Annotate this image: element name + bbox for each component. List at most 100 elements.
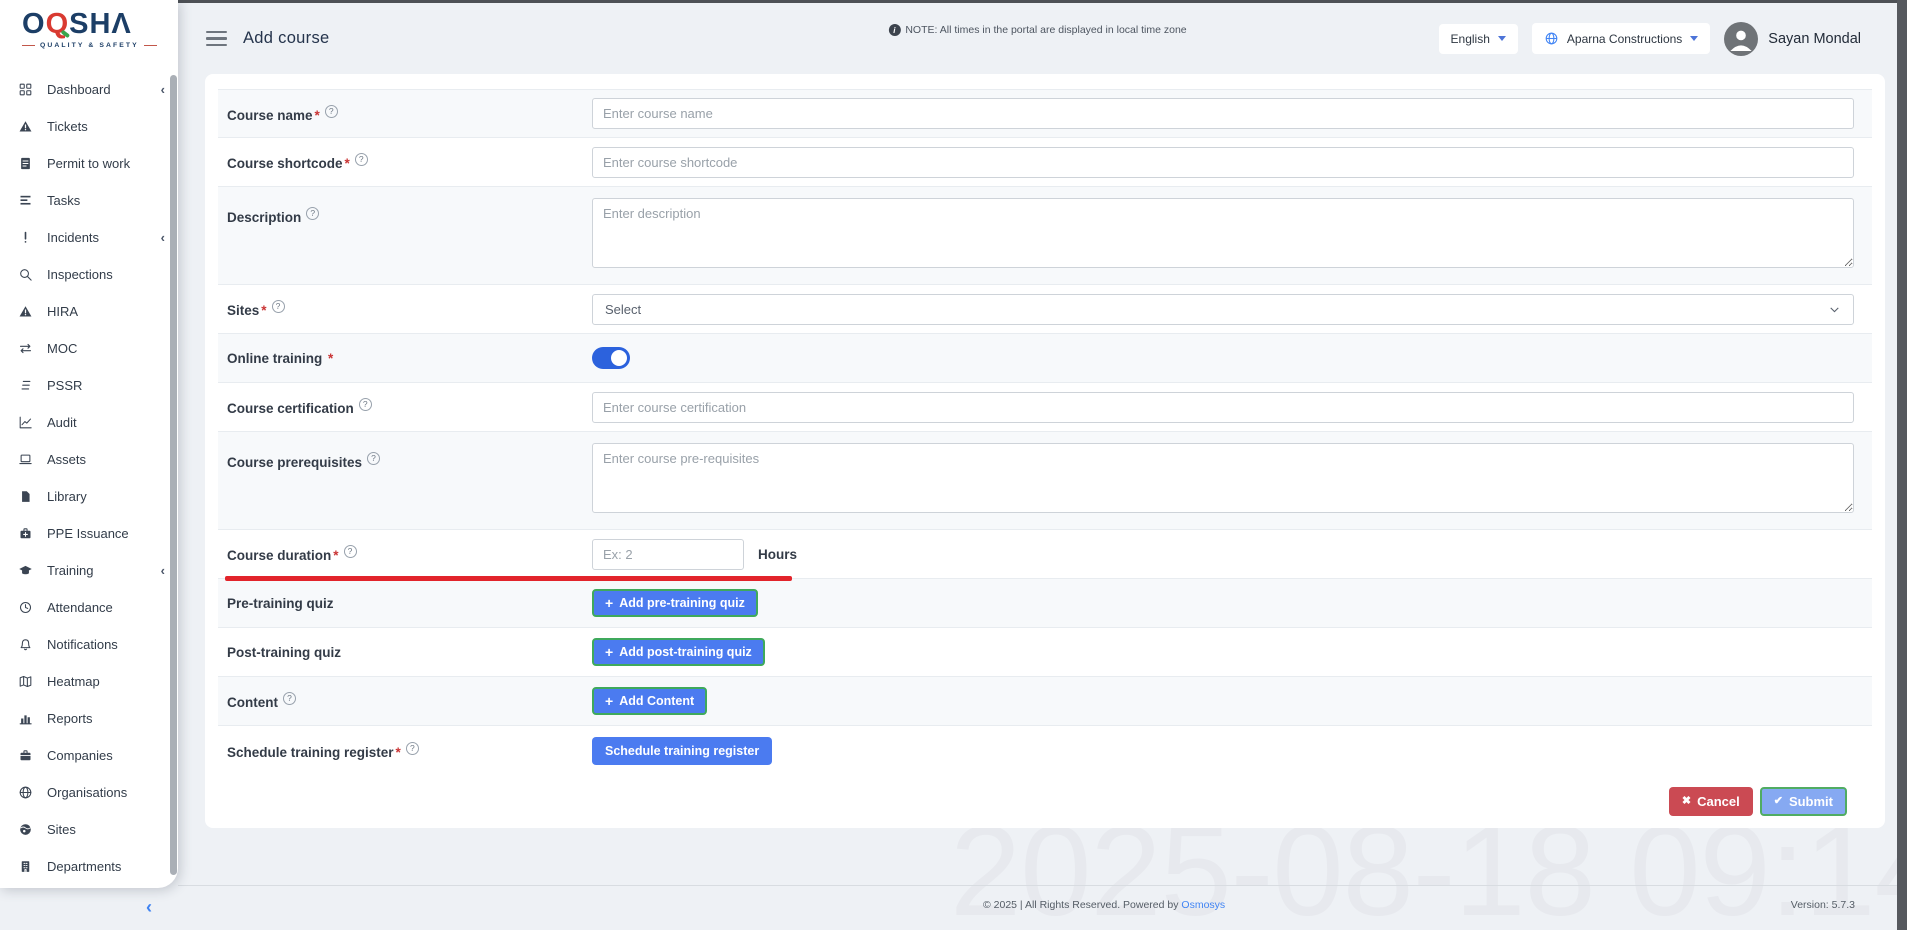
- add-pre-training-quiz-button[interactable]: +Add pre-training quiz: [592, 589, 758, 617]
- course-shortcode-input[interactable]: [592, 147, 1854, 178]
- timezone-note-text: NOTE: All times in the portal are displa…: [905, 24, 1186, 36]
- plus-icon: +: [605, 596, 613, 610]
- sidebar-item-assets[interactable]: Assets: [0, 441, 169, 478]
- sidebar-collapse-button[interactable]: ‹: [146, 898, 152, 916]
- sidebar-item-label: PPE Issuance: [47, 526, 129, 541]
- globe-marker-icon: [17, 822, 34, 837]
- language-dropdown[interactable]: English: [1439, 24, 1518, 54]
- sidebar-item-label: Organisations: [47, 785, 127, 800]
- field-label: Description?: [218, 198, 592, 225]
- briefcase-icon: [17, 748, 34, 763]
- sidebar-item-companies[interactable]: Companies: [0, 737, 169, 774]
- sidebar-item-moc[interactable]: MOC: [0, 330, 169, 367]
- sidebar-item-pssr[interactable]: PSSR: [0, 367, 169, 404]
- schedule-training-register-button[interactable]: Schedule training register: [592, 737, 772, 765]
- required-asterisk: *: [345, 156, 350, 171]
- warning-icon: [17, 304, 34, 319]
- help-icon[interactable]: ?: [283, 692, 296, 705]
- help-icon[interactable]: ?: [325, 105, 338, 118]
- course-certification-input[interactable]: [592, 392, 1854, 423]
- course-duration-input[interactable]: [592, 539, 744, 570]
- help-icon[interactable]: ?: [359, 398, 372, 411]
- avatar: [1724, 22, 1758, 56]
- add-content-button[interactable]: +Add Content: [592, 687, 707, 715]
- cancel-button[interactable]: ✖Cancel: [1669, 787, 1753, 816]
- bell-icon: [17, 637, 34, 652]
- sidebar-item-departments[interactable]: Departments: [0, 848, 169, 885]
- required-asterisk: *: [261, 303, 266, 318]
- sidebar-item-sites[interactable]: Sites: [0, 811, 169, 848]
- field-label: Pre-training quiz: [218, 596, 592, 611]
- organisation-dropdown[interactable]: Aparna Constructions: [1532, 23, 1710, 54]
- line-chart-icon: [17, 415, 34, 430]
- form-row-post-training-quiz: Post-training quiz +Add post-training qu…: [218, 628, 1872, 677]
- help-icon[interactable]: ?: [306, 207, 319, 220]
- menu-hamburger-icon[interactable]: [206, 31, 227, 46]
- form-row-course-name: Course name*?: [218, 89, 1872, 138]
- search-icon: [17, 267, 34, 282]
- sidebar-item-label: Dashboard: [47, 82, 111, 97]
- help-icon[interactable]: ?: [344, 545, 357, 558]
- sidebar: OQSHΛ QUALITY & SAFETY Dashboard‹Tickets…: [0, 0, 178, 888]
- sidebar-scrollbar-thumb[interactable]: [170, 75, 177, 875]
- sidebar-item-tickets[interactable]: Tickets: [0, 108, 169, 145]
- chevron-left-icon: ‹: [161, 563, 169, 578]
- help-icon[interactable]: ?: [406, 742, 419, 755]
- sidebar-item-label: Notifications: [47, 637, 118, 652]
- sidebar-item-notifications[interactable]: Notifications: [0, 626, 169, 663]
- sidebar-item-training[interactable]: Training ‹: [0, 552, 169, 589]
- osmosys-link[interactable]: Osmosys: [1181, 899, 1225, 911]
- form-row-course-prerequisites: Course prerequisites?: [218, 432, 1872, 530]
- user-menu[interactable]: Sayan Mondal: [1724, 22, 1861, 56]
- plus-icon: +: [605, 694, 613, 708]
- organisation-label: Aparna Constructions: [1567, 32, 1682, 46]
- form-row-course-duration: Course duration*? Hours: [218, 530, 1872, 579]
- form-row-online-training: Online training *: [218, 334, 1872, 383]
- main-area: Add course i NOTE: All times in the port…: [178, 3, 1897, 930]
- field-label: Sites*?: [218, 300, 592, 318]
- page-title: Add course: [243, 29, 329, 48]
- online-training-toggle[interactable]: [592, 347, 630, 369]
- app-window: OQSHΛ QUALITY & SAFETY Dashboard‹Tickets…: [0, 0, 1907, 930]
- chevron-left-icon: ‹: [161, 230, 169, 245]
- sidebar-item-reports[interactable]: Reports: [0, 700, 169, 737]
- list-icon: [17, 378, 34, 393]
- duration-unit-label: Hours: [758, 547, 797, 562]
- description-textarea[interactable]: [592, 198, 1854, 268]
- tasks-icon: [17, 193, 34, 208]
- help-icon[interactable]: ?: [272, 300, 285, 313]
- help-icon[interactable]: ?: [355, 153, 368, 166]
- sidebar-item-dashboard[interactable]: Dashboard‹: [0, 71, 169, 108]
- sites-select[interactable]: Select: [592, 294, 1854, 325]
- clock-icon: [17, 600, 34, 615]
- sidebar-item-hira[interactable]: HIRA: [0, 293, 169, 330]
- sidebar-item-audit[interactable]: Audit: [0, 404, 169, 441]
- sidebar-item-library[interactable]: Library: [0, 478, 169, 515]
- sidebar-item-label: Permit to work: [47, 156, 130, 171]
- sidebar-item-ppe-issuance[interactable]: PPE Issuance: [0, 515, 169, 552]
- graduation-cap-icon: [17, 563, 34, 578]
- sidebar-item-incidents[interactable]: Incidents‹: [0, 219, 169, 256]
- sidebar-item-attendance[interactable]: Attendance: [0, 589, 169, 626]
- sidebar-item-tasks[interactable]: Tasks: [0, 182, 169, 219]
- field-label: Online training *: [218, 351, 592, 366]
- add-post-training-quiz-button[interactable]: +Add post-training quiz: [592, 638, 765, 666]
- page-scrollbar[interactable]: [1897, 0, 1907, 930]
- sidebar-item-permit-to-work[interactable]: Permit to work: [0, 145, 169, 182]
- submit-button[interactable]: ✔Submit: [1760, 787, 1847, 816]
- field-label: Course duration*?: [218, 545, 592, 563]
- form-row-description: Description?: [218, 187, 1872, 285]
- field-label: Post-training quiz: [218, 645, 592, 660]
- sidebar-nav: Dashboard‹TicketsPermit to workTasksInci…: [0, 71, 169, 885]
- form-row-course-certification: Course certification?: [218, 383, 1872, 432]
- field-label: Course name*?: [218, 105, 592, 123]
- course-prerequisites-textarea[interactable]: [592, 443, 1854, 513]
- course-name-input[interactable]: [592, 98, 1854, 129]
- help-icon[interactable]: ?: [367, 452, 380, 465]
- red-underline-annotation: [225, 576, 792, 581]
- form-row-course-shortcode: Course shortcode*?: [218, 138, 1872, 187]
- sidebar-item-inspections[interactable]: Inspections: [0, 256, 169, 293]
- sidebar-item-heatmap[interactable]: Heatmap: [0, 663, 169, 700]
- sidebar-item-label: Training: [47, 563, 93, 578]
- sidebar-item-organisations[interactable]: Organisations: [0, 774, 169, 811]
